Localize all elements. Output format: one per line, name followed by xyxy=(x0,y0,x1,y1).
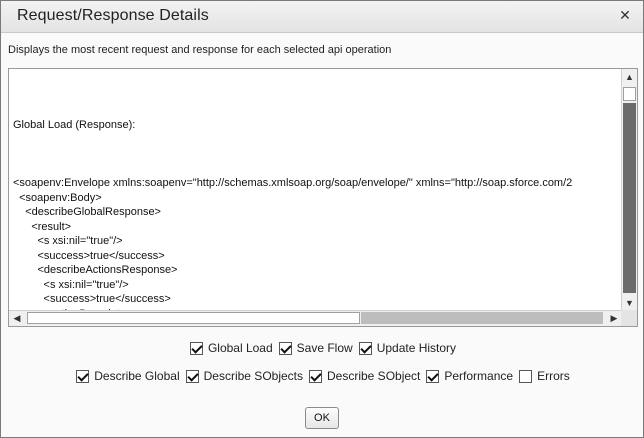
log-heading: Global Load (Response): xyxy=(13,119,136,131)
describe-sobjects-checkbox[interactable] xyxy=(185,369,199,383)
log-line: <result> xyxy=(13,220,72,233)
global-load-label: Global Load xyxy=(207,341,273,355)
option-describe-sobject[interactable]: Describe SObject xyxy=(309,369,420,383)
dialog-title: Request/Response Details xyxy=(17,7,209,24)
log-line: <success>true</success> xyxy=(13,293,171,305)
option-performance[interactable]: Performance xyxy=(426,369,513,383)
option-describe-sobjects[interactable]: Describe SObjects xyxy=(185,369,303,383)
option-errors[interactable]: Errors xyxy=(519,369,570,383)
horizontal-scrollbar[interactable]: ◀ ▶ xyxy=(9,310,622,326)
describe-sobject-label: Describe SObject xyxy=(327,369,421,383)
performance-checkbox[interactable] xyxy=(426,369,440,383)
close-icon[interactable]: ✕ xyxy=(617,7,633,23)
option-global-load[interactable]: Global Load xyxy=(189,341,273,355)
log-line: <soapenv:Body> xyxy=(13,191,102,204)
log-line: <soapenv:Envelope xmlns:soapenv="http://… xyxy=(13,177,573,189)
dialog-description: Displays the most recent request and res… xyxy=(8,44,392,56)
update-history-checkbox[interactable] xyxy=(358,341,372,355)
errors-checkbox[interactable] xyxy=(519,369,533,383)
horizontal-scroll-track[interactable] xyxy=(361,312,603,324)
vertical-scroll-track[interactable] xyxy=(623,103,636,293)
describe-global-label: Describe Global xyxy=(94,369,180,383)
performance-label: Performance xyxy=(444,369,514,383)
describe-global-checkbox[interactable] xyxy=(76,369,90,383)
option-update-history[interactable]: Update History xyxy=(358,341,457,355)
vertical-scroll-thumb[interactable] xyxy=(623,87,636,101)
dialog-titlebar: Request/Response Details ✕ xyxy=(1,1,643,33)
save-flow-label: Save Flow xyxy=(296,341,353,355)
request-response-dialog: Request/Response Details ✕ Displays the … xyxy=(0,0,644,438)
log-line: <describeActionsResponse> xyxy=(13,264,178,276)
scrollbar-corner xyxy=(621,310,637,326)
save-flow-checkbox[interactable] xyxy=(278,341,292,355)
scroll-up-icon[interactable]: ▲ xyxy=(622,69,637,85)
options-row-primary: Global Load Save Flow Update History xyxy=(1,339,644,357)
log-line: <success>true</success> xyxy=(13,249,165,262)
scroll-down-icon[interactable]: ▼ xyxy=(622,295,637,311)
option-save-flow[interactable]: Save Flow xyxy=(278,341,353,355)
scroll-right-icon[interactable]: ▶ xyxy=(606,311,622,326)
response-log-text: Global Load (Response): <soapenv:Envelop… xyxy=(9,69,622,311)
horizontal-scroll-thumb[interactable] xyxy=(27,312,360,324)
log-line: <s xsi:nil="true"/> xyxy=(13,235,123,247)
response-log-box[interactable]: Global Load (Response): <soapenv:Envelop… xyxy=(8,68,638,327)
options-row-secondary: Describe Global Describe SObjects Describe… xyxy=(1,367,644,385)
ok-button[interactable]: OK xyxy=(305,407,339,429)
log-line: <s xsi:nil="true"/> xyxy=(13,278,129,291)
describe-sobjects-label: Describe SObjects xyxy=(203,369,303,383)
vertical-scrollbar[interactable]: ▲ ▼ xyxy=(621,69,637,311)
log-line: <describeGlobalResponse> xyxy=(13,206,161,218)
describe-sobject-checkbox[interactable] xyxy=(309,369,322,383)
global-load-checkbox[interactable] xyxy=(189,341,203,355)
option-describe-global[interactable]: Describe Global xyxy=(76,369,180,383)
errors-label: Errors xyxy=(537,369,570,383)
update-history-label: Update History xyxy=(376,341,457,355)
scroll-left-icon[interactable]: ◀ xyxy=(9,311,25,326)
